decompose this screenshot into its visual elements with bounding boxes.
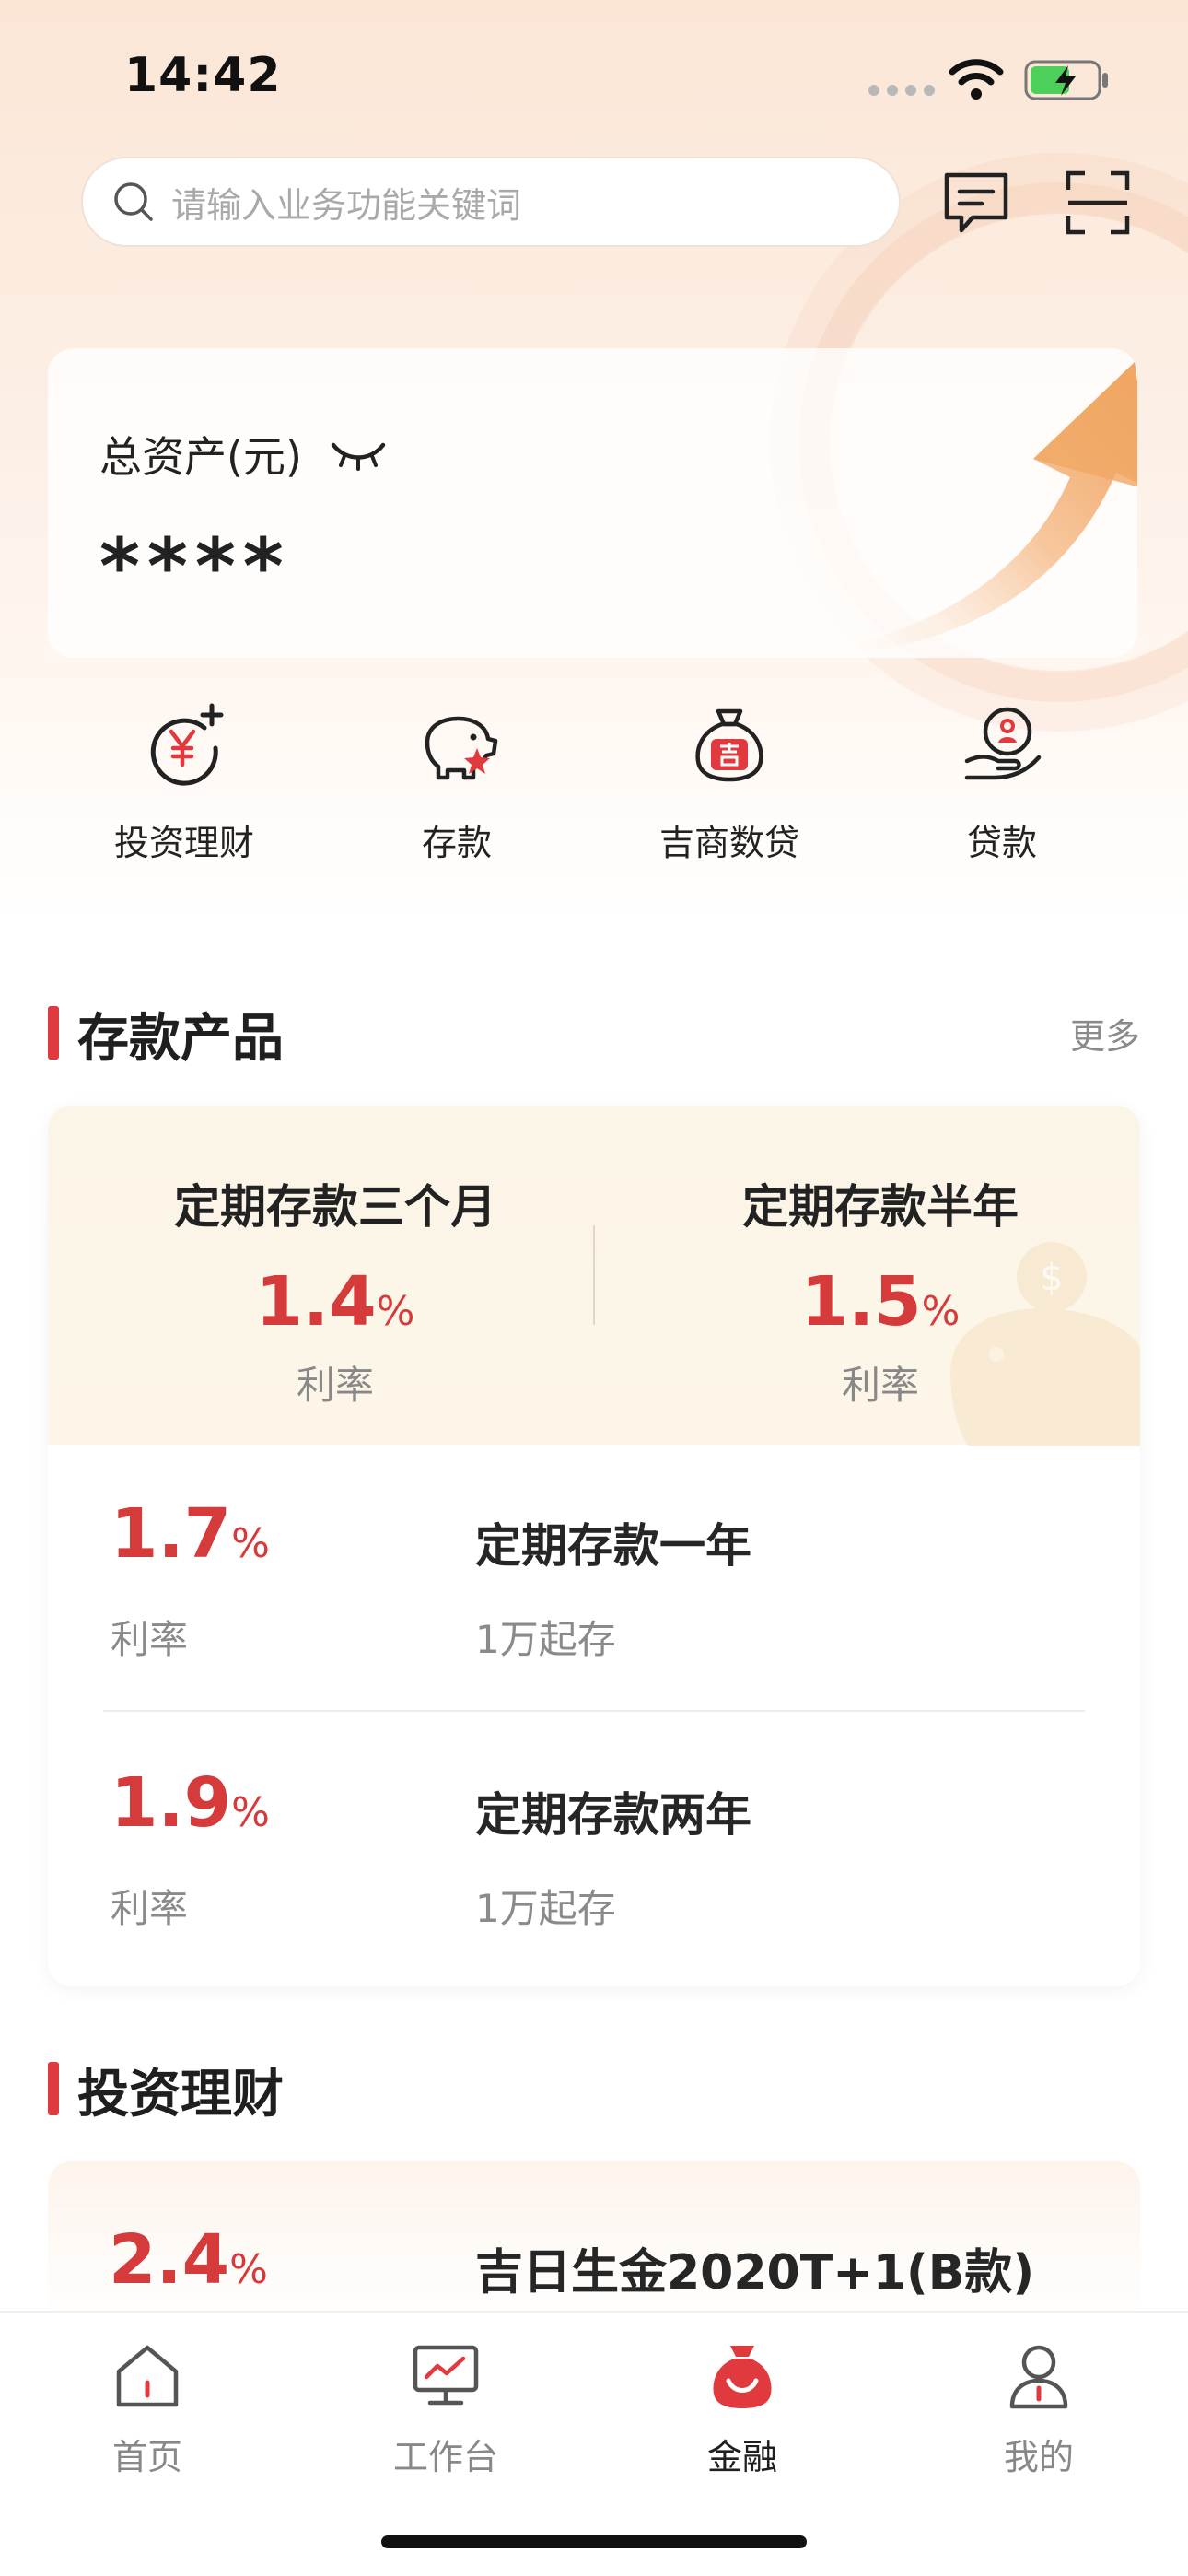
deposit-rate: 1.4% [77,1262,593,1341]
search-placeholder: 请输入业务功能关键词 [171,184,522,226]
total-assets-title: 总资产(元) [99,432,302,482]
total-assets-card[interactable]: 总资产(元) **** [48,348,1137,658]
deposit-rate: 1.9% [111,1763,270,1843]
deposit-rate-label: 利率 [111,1617,189,1662]
message-icon[interactable] [941,170,1011,236]
deposit-row-2y[interactable]: 1.9% 利率 定期存款两年 1万起存 [48,1714,1140,1981]
section-accent-bar [48,1006,59,1060]
tab-workbench[interactable]: 工作台 [354,2340,538,2479]
quick-nav-label: 投资理财 [113,823,254,863]
cellular-signal-icon [868,85,935,96]
featured-divider [593,1225,595,1325]
home-indicator[interactable] [381,2535,807,2548]
deposit-rate-unit: % [921,1288,961,1335]
quick-nav-loan[interactable]: 贷款 [891,700,1112,865]
quick-nav: 投资理财 存款 吉商数贷 贷款 [0,700,1188,884]
section-title: 存款产品 [77,1009,284,1069]
deposit-products-card: $ 定期存款三个月 1.4% 利率 定期存款半年 1.5% 利率 1.7% 利率… [48,1106,1140,1986]
tab-label: 首页 [111,2437,182,2477]
deposit-name: 定期存款半年 [742,1180,1019,1234]
row-divider [103,1710,1085,1712]
deposit-featured-6m[interactable]: 定期存款半年 1.5% 利率 [623,1170,1138,1411]
status-time: 14:42 [124,48,282,103]
quick-nav-label: 贷款 [966,823,1037,863]
investment-rate: 2.4% [109,2220,268,2300]
finance-bag-icon [713,2346,772,2408]
piggy-bank-icon [425,716,498,780]
quick-nav-investment[interactable]: 投资理财 [74,700,295,865]
investment-rate-unit: % [229,2246,268,2293]
deposit-row-1y[interactable]: 1.7% 利率 定期存款一年 1万起存 [48,1445,1140,1712]
search-icon [114,182,153,221]
deposit-rate-label: 利率 [111,1886,189,1931]
deposit-rate-label: 利率 [296,1363,374,1408]
user-icon [1009,2345,1068,2409]
deposit-rate-value: 1.5 [800,1262,922,1341]
deposit-name: 定期存款三个月 [174,1180,496,1234]
featured-deposits: $ 定期存款三个月 1.4% 利率 定期存款半年 1.5% 利率 [48,1106,1140,1446]
total-assets-value: **** [99,521,291,612]
more-link[interactable]: 更多 [1070,1008,1140,1059]
investment-name: 吉日生金2020T+1(B款) [475,2245,1035,2301]
deposit-name: 定期存款两年 [475,1788,751,1842]
deposit-rate: 1.5% [623,1262,1138,1341]
wifi-icon [949,59,1004,100]
quick-nav-label: 存款 [421,823,492,863]
loan-hand-icon [964,707,1042,780]
investment-product-card[interactable]: 2.4% 吉日生金2020T+1(B款) [48,2161,1140,2327]
tab-mine[interactable]: 我的 [947,2340,1131,2479]
section-title: 投资理财 [77,2065,284,2125]
deposit-rate-label: 利率 [841,1363,919,1408]
deposit-minimum: 1万起存 [475,1617,616,1662]
tab-label: 工作台 [392,2437,498,2477]
tab-label: 我的 [1003,2437,1074,2477]
investment-rate-value: 2.4 [109,2220,230,2300]
growth-arrow-illustration [858,362,1137,652]
deposit-rate-unit: % [231,1520,270,1567]
deposit-rate: 1.7% [111,1494,270,1574]
money-bag-icon [695,708,763,782]
quick-nav-deposit[interactable]: 存款 [346,700,567,865]
quick-nav-jishang-loan[interactable]: 吉商数贷 [619,700,840,865]
eye-closed-icon[interactable] [328,438,389,471]
status-bar: 14:42 [0,0,1188,157]
invest-section-header: 投资理财 [48,2049,1140,2125]
deposit-minimum: 1万起存 [475,1886,616,1931]
section-accent-bar [48,2062,59,2115]
deposit-rate-value: 1.4 [255,1262,377,1341]
deposit-featured-3m[interactable]: 定期存款三个月 1.4% 利率 [77,1170,593,1411]
total-assets-label: 总资产(元) [99,424,389,485]
home-icon [116,2345,179,2407]
deposit-rate-unit: % [231,1789,270,1836]
tab-finance[interactable]: 金融 [650,2340,834,2479]
investment-yen-icon [150,703,224,786]
tab-home[interactable]: 首页 [55,2340,239,2479]
deposit-section-header: 存款产品 更多 [48,993,1140,1069]
deposit-rate-value: 1.7 [111,1494,232,1574]
quick-nav-label: 吉商数贷 [658,823,799,863]
deposit-rate-value: 1.9 [111,1763,232,1843]
tab-label: 金融 [706,2437,777,2477]
workbench-monitor-icon [413,2345,479,2406]
battery-charging-icon [1024,60,1108,100]
deposit-rate-unit: % [376,1288,415,1335]
deposit-name: 定期存款一年 [475,1519,751,1573]
scan-icon[interactable] [1065,170,1131,236]
search-bar[interactable]: 请输入业务功能关键词 [81,157,901,247]
